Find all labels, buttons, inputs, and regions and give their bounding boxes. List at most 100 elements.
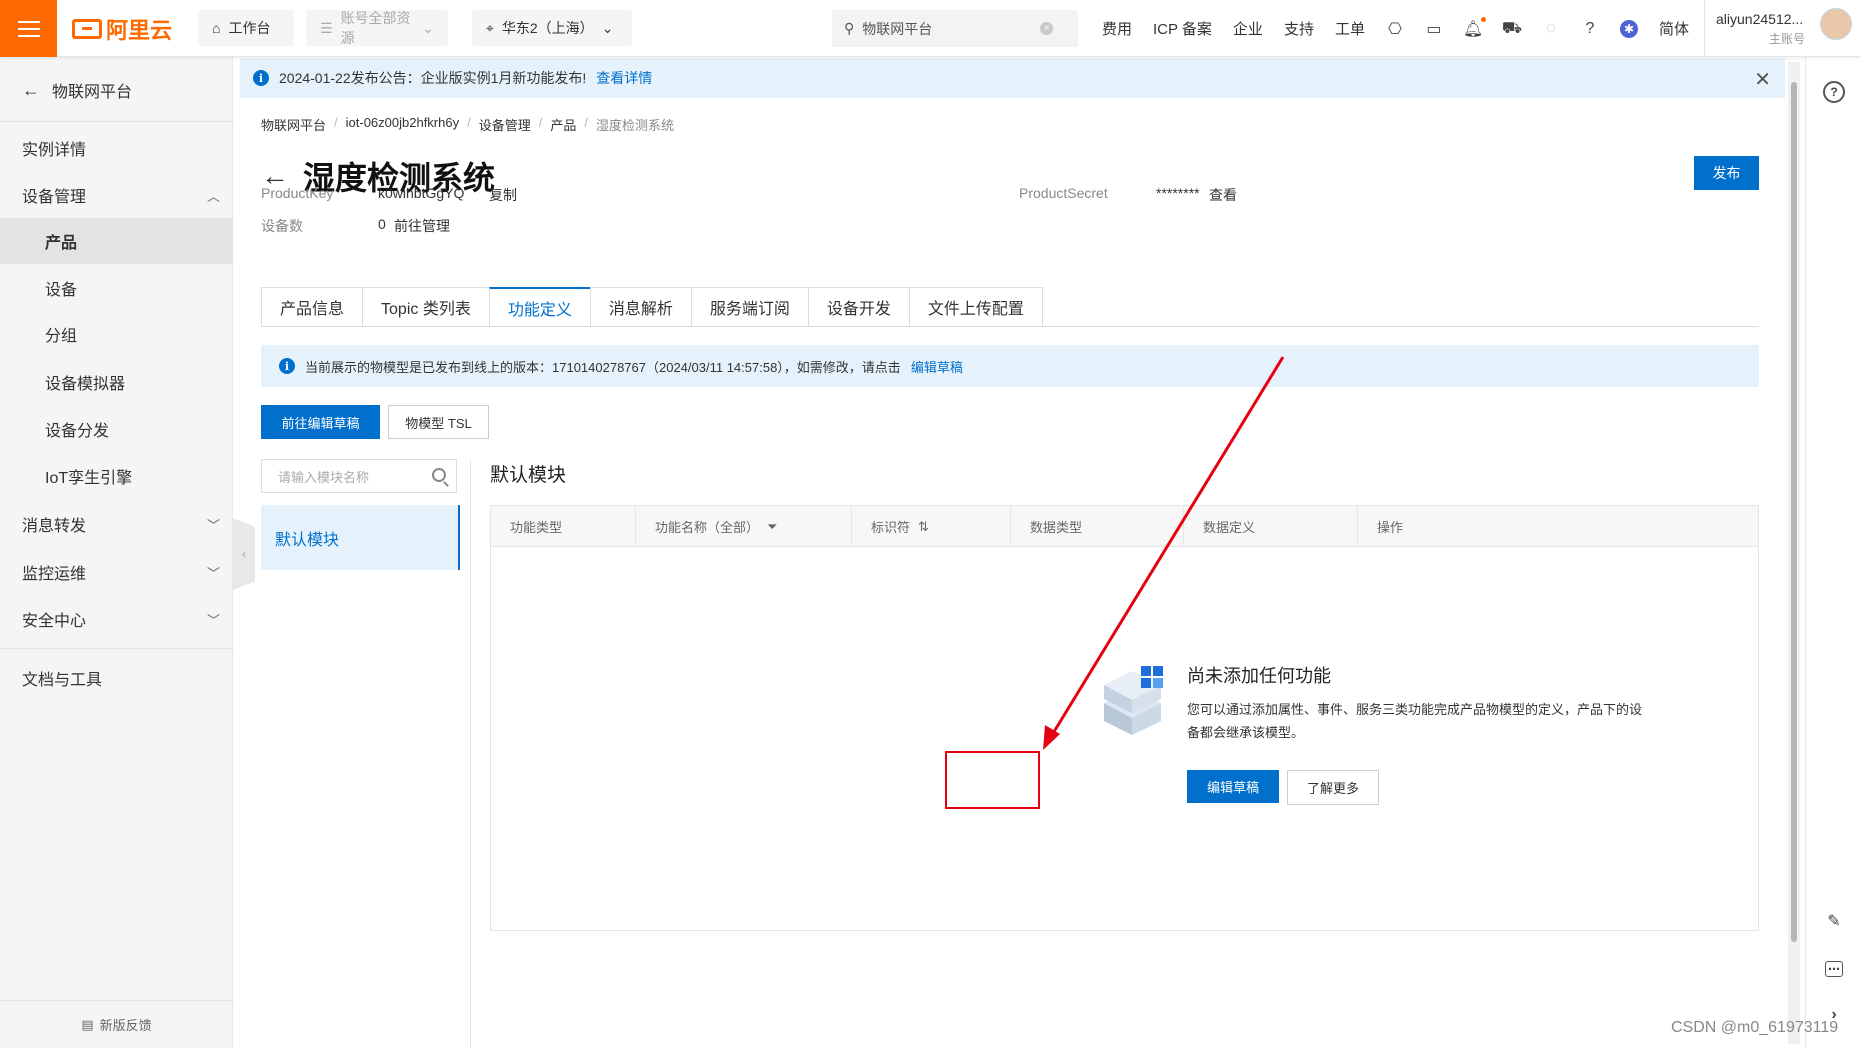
filter-icon[interactable]: ⏷ <box>767 519 777 535</box>
sidebar-item-device-simulator[interactable]: 设备模拟器 <box>0 359 233 405</box>
account-scope-select[interactable]: ☰ 账号全部资源 ⌄ <box>306 10 448 46</box>
language-switch[interactable]: 简体 <box>1659 18 1689 39</box>
workbench-button[interactable]: ⌂ 工作台 <box>198 10 294 46</box>
tab-topic-list[interactable]: Topic 类列表 <box>362 287 489 327</box>
help-icon[interactable]: ? <box>1581 20 1599 38</box>
breadcrumb-instance[interactable]: iot-06z00jb2hfkrh6y <box>346 115 459 134</box>
table-header: 功能类型 功能名称（全部） ⏷ 标识符 ⇅ 数据类型 数据定义 操作 <box>491 506 1758 547</box>
announcement-text: 2024-01-22发布公告：企业版实例1月新功能发布! <box>279 70 587 86</box>
close-icon[interactable]: ✕ <box>1754 67 1771 92</box>
function-table: 功能类型 功能名称（全部） ⏷ 标识符 ⇅ 数据类型 数据定义 操作 尚未添加任何功… <box>490 505 1759 931</box>
sidebar-item-device-distribution[interactable]: 设备分发 <box>0 406 233 452</box>
divider <box>0 121 233 122</box>
feedback-button[interactable]: ▤ 新版反馈 <box>0 1000 233 1048</box>
location-icon: ⌖ <box>486 19 494 36</box>
feedback-icon: ▤ <box>81 1016 94 1032</box>
global-search[interactable]: ⚲ × <box>832 10 1078 47</box>
module-section-title: 默认模块 <box>490 465 567 486</box>
breadcrumb-device-management[interactable]: 设备管理 <box>479 115 531 134</box>
empty-state-icon <box>1104 666 1163 735</box>
breadcrumb-product[interactable]: 产品 <box>550 115 576 134</box>
column-function-type: 功能类型 <box>491 506 636 547</box>
chevron-down-icon: ﹀ <box>206 612 220 628</box>
announcement-link[interactable]: 查看详情 <box>596 68 652 88</box>
search-icon: ⚲ <box>844 20 855 36</box>
link-enterprise[interactable]: 企业 <box>1233 18 1263 39</box>
home-icon: ⌂ <box>212 20 221 36</box>
chevron-down-icon: ﹀ <box>206 565 220 581</box>
sidebar-item-message-forwarding[interactable]: 消息转发 ﹀ <box>0 501 233 547</box>
tab-device-development[interactable]: 设备开发 <box>807 287 909 327</box>
sidebar-item-security[interactable]: 安全中心 ﹀ <box>0 596 233 642</box>
help-icon[interactable]: ? <box>1823 81 1845 103</box>
sidebar-item-product[interactable]: 产品 <box>0 218 233 264</box>
sidebar-item-group[interactable]: 分组 <box>0 311 233 357</box>
scrollbar-thumb[interactable] <box>1791 82 1797 942</box>
view-secret-link[interactable]: 查看 <box>1209 185 1237 205</box>
tab-message-parsing[interactable]: 消息解析 <box>589 287 691 327</box>
menu-icon[interactable] <box>0 0 57 57</box>
copy-link[interactable]: 复制 <box>489 185 517 205</box>
link-support[interactable]: 支持 <box>1284 18 1314 39</box>
breadcrumb-current: 湿度检测系统 <box>596 118 675 133</box>
bulb-icon[interactable]: ◌ <box>1542 20 1560 38</box>
link-fees[interactable]: 费用 <box>1102 18 1132 39</box>
aliyun-logo[interactable]: 阿里云 <box>72 14 172 44</box>
avatar[interactable] <box>1820 8 1852 40</box>
sort-icon[interactable]: ⇅ <box>918 519 929 535</box>
annotation-highlight-box <box>945 751 1040 809</box>
top-links: 费用 ICP 备案 企业 支持 工单 ⎔ ▭ 🔔︎ ⛟ ◌ ? ✱ 简体 <box>1102 0 1689 57</box>
sidebar: ← 物联网平台 实例详情 设备管理 ︿ 产品 设备 分组 设备模拟器 设备分发 I… <box>0 57 233 1048</box>
sidebar-item-device[interactable]: 设备 <box>0 265 233 311</box>
sidebar-item-device-management[interactable]: 设备管理 ︿ <box>0 172 233 218</box>
go-manage-link[interactable]: 前往管理 <box>394 216 450 236</box>
empty-state-title: 尚未添加任何功能 <box>1187 666 1331 686</box>
learn-more-button[interactable]: 了解更多 <box>1287 770 1379 805</box>
link-ticket[interactable]: 工单 <box>1335 18 1365 39</box>
vertical-scrollbar[interactable] <box>1788 62 1800 1044</box>
bell-icon[interactable]: 🔔︎ <box>1463 16 1486 38</box>
announcement-banner: i 2024-01-22发布公告：企业版实例1月新功能发布! 查看详情 ✕ <box>240 58 1785 98</box>
module-search-input[interactable]: 请输入模块名称 <box>261 459 457 493</box>
sidebar-item-docs-tools[interactable]: 文档与工具 <box>0 655 233 701</box>
tab-file-upload-config[interactable]: 文件上传配置 <box>908 287 1043 327</box>
chevron-down-icon: ﹀ <box>206 517 220 533</box>
clear-icon[interactable]: × <box>1040 22 1054 35</box>
chevron-down-icon: ⌄ <box>601 19 614 36</box>
search-input[interactable] <box>862 20 1033 37</box>
tab-product-info[interactable]: 产品信息 <box>261 287 363 327</box>
tab-server-subscription[interactable]: 服务端订阅 <box>690 287 808 327</box>
user-role: 主账号 <box>1769 32 1806 46</box>
assistant-icon[interactable]: ✱ <box>1619 19 1638 38</box>
edit-draft-button[interactable]: 编辑草稿 <box>1187 770 1279 803</box>
user-menu[interactable]: aliyun24512... 主账号 <box>1705 8 1855 48</box>
module-list-item-default[interactable]: 默认模块 <box>261 505 460 570</box>
back-to-iot-platform[interactable]: ← 物联网平台 <box>22 78 132 102</box>
publish-button[interactable]: 发布 <box>1694 156 1759 190</box>
sidebar-item-monitoring[interactable]: 监控运维 ﹀ <box>0 549 233 595</box>
info-icon: i <box>253 70 269 86</box>
logo-text: 阿里云 <box>106 18 173 43</box>
cart-icon[interactable]: ⛟ <box>1502 20 1522 38</box>
breadcrumb-iot-platform[interactable]: 物联网平台 <box>261 115 326 134</box>
sidebar-item-instance-detail[interactable]: 实例详情 <box>0 125 233 171</box>
column-identifier[interactable]: 标识符 ⇅ <box>852 506 1011 547</box>
go-edit-draft-button[interactable]: 前往编辑草稿 <box>261 405 380 439</box>
column-data-definition: 数据定义 <box>1184 506 1358 547</box>
tab-bar: 产品信息 Topic 类列表 功能定义 消息解析 服务端订阅 设备开发 文件上传… <box>261 287 1043 327</box>
link-icp[interactable]: ICP 备案 <box>1153 18 1212 39</box>
region-select[interactable]: ⌖ 华东2（上海） ⌄ <box>472 10 632 46</box>
column-function-name[interactable]: 功能名称（全部） ⏷ <box>636 506 852 547</box>
edit-icon[interactable]: ✎ <box>1825 913 1843 930</box>
edit-draft-link[interactable]: 编辑草稿 <box>911 357 963 376</box>
app-icon[interactable]: ⎔ <box>1386 20 1404 38</box>
chat-icon[interactable]: ⋯ <box>1825 961 1843 977</box>
tab-function-definition[interactable]: 功能定义 <box>488 287 590 327</box>
empty-state-description: 您可以通过添加属性、事件、服务三类功能完成产品物模型的定义，产品下的设备都会继承… <box>1187 702 1643 740</box>
divider <box>0 648 233 649</box>
watermark: CSDN @m0_61973119 <box>1671 1019 1839 1036</box>
tsl-button[interactable]: 物模型 TSL <box>388 405 489 439</box>
product-secret-value: ******** <box>1156 185 1200 201</box>
sidebar-item-iot-twin[interactable]: IoT孪生引擎 <box>0 453 233 499</box>
terminal-icon[interactable]: ▭ <box>1425 20 1443 38</box>
